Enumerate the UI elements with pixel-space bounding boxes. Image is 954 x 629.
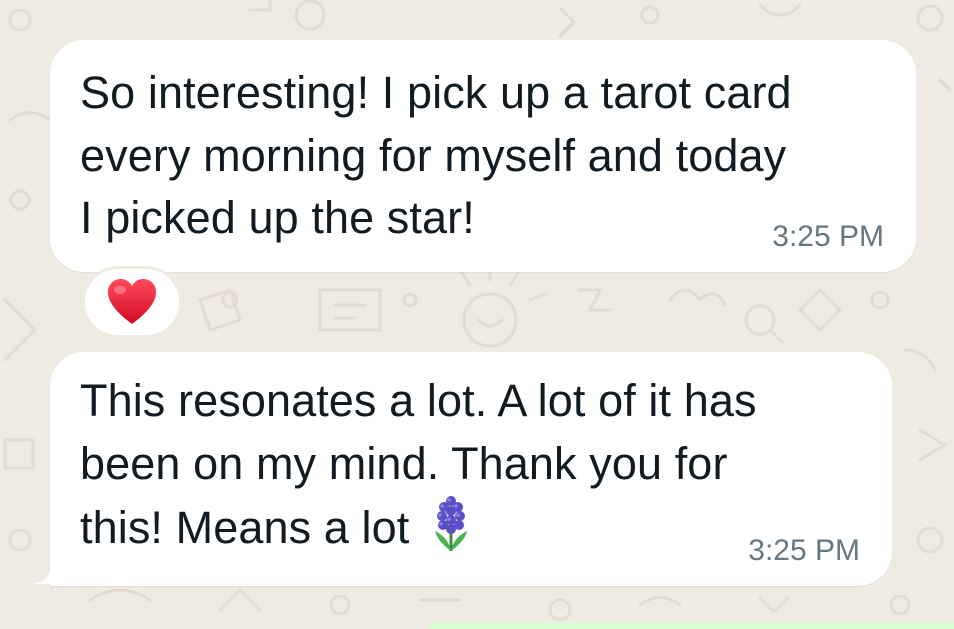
- message-bubble-incoming-2[interactable]: This resonates a lot. A lot of it has be…: [50, 352, 892, 586]
- message-timestamp: 3:25 PM: [772, 220, 884, 253]
- heart-emoji-icon: [108, 279, 156, 324]
- message-line: every morning for myself and today: [80, 129, 787, 181]
- message-line: been on my mind. Thank you for: [80, 437, 728, 489]
- message-reaction[interactable]: [82, 266, 182, 338]
- message-line: This resonates a lot. A lot of it has: [80, 375, 757, 426]
- hyacinth-emoji-icon: [433, 495, 469, 570]
- message-line-text: this! Means a lot: [80, 502, 410, 553]
- message-bubble-incoming-1[interactable]: So interesting! I pick up a tarot card e…: [50, 40, 916, 272]
- message-timestamp: 3:25 PM: [748, 534, 860, 567]
- outgoing-bubble-edge: [430, 623, 954, 629]
- message-line: So interesting! I pick up a tarot card: [80, 67, 792, 118]
